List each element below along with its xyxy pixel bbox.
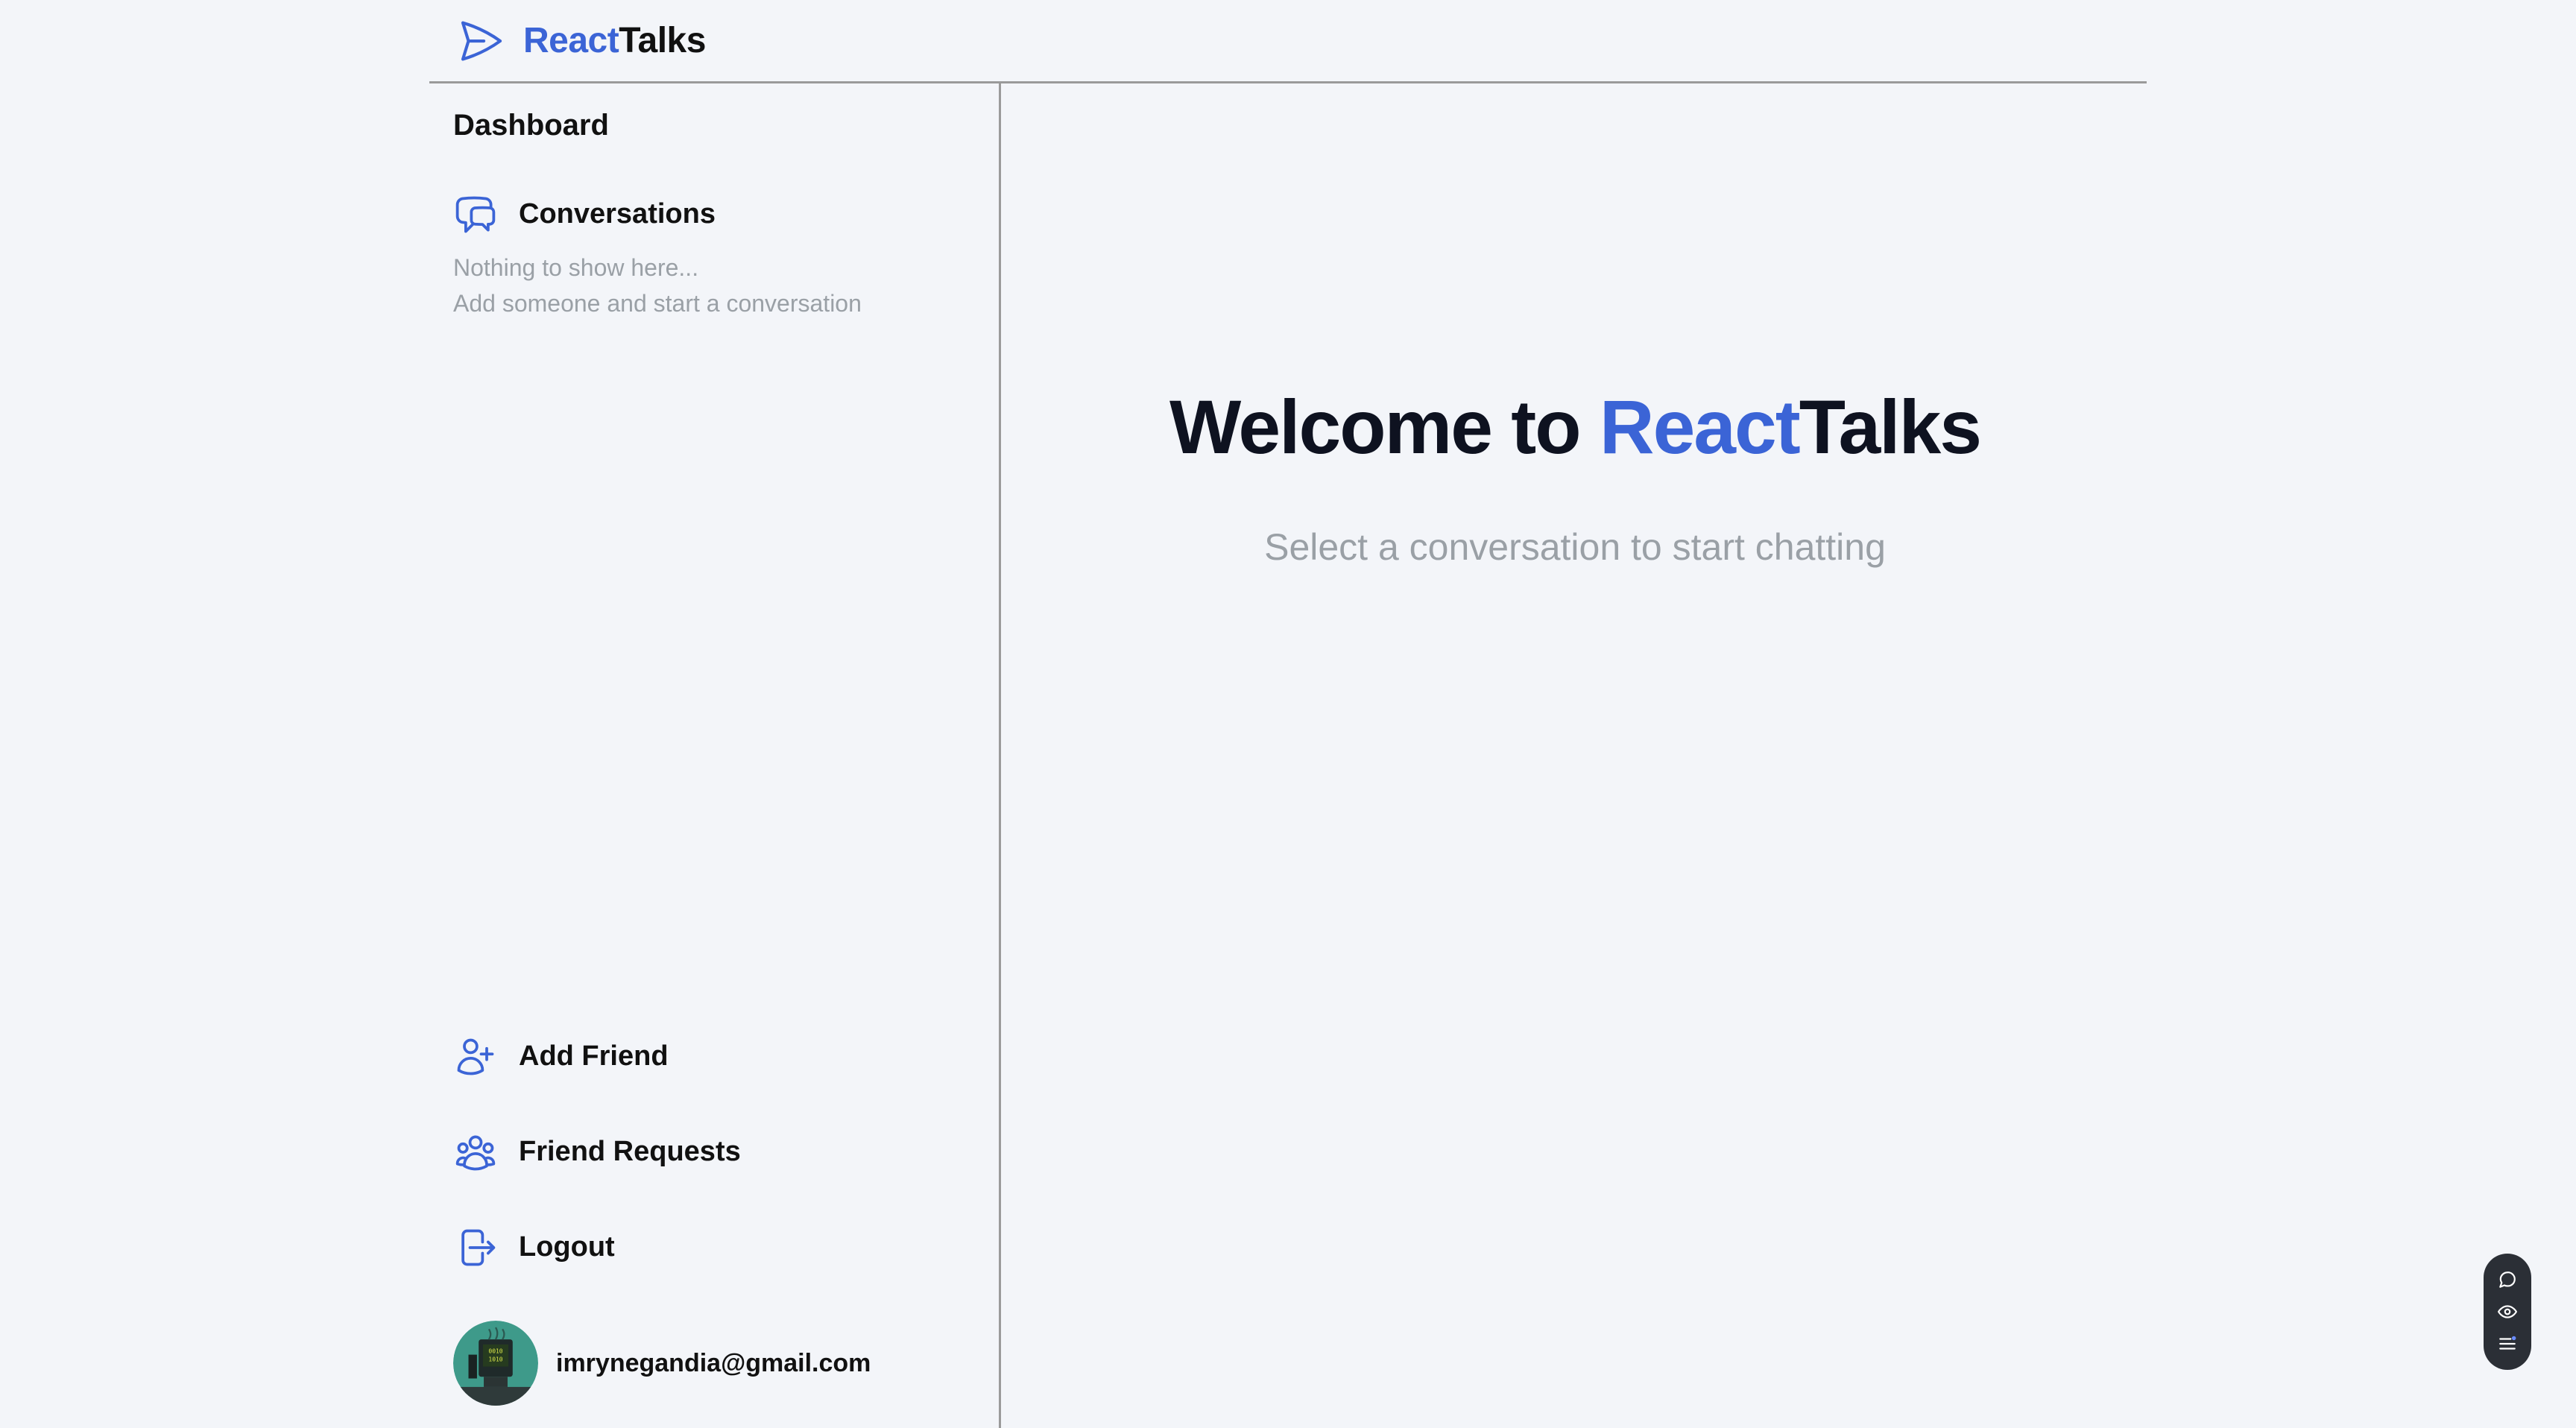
brand-name: ReactTalks	[523, 23, 706, 59]
top-header: ReactTalks	[429, 0, 2147, 83]
welcome-subtitle: Select a conversation to start chatting	[1264, 526, 1886, 568]
empty-state-line-1: Nothing to show here...	[453, 254, 699, 281]
widget-chat-button[interactable]	[2496, 1269, 2519, 1291]
logout-icon	[461, 1229, 496, 1266]
widget-list-button[interactable]	[2496, 1333, 2519, 1355]
sidebar-title: Dashboard	[453, 109, 609, 142]
brand-name-accent: React	[523, 21, 619, 60]
user-profile: 0010 1010 imrynegandia@gmail.com	[453, 1321, 871, 1406]
eye-icon	[2498, 1305, 2517, 1318]
sidebar-item-logout[interactable]: Logout	[453, 1224, 615, 1271]
svg-text:0010: 0010	[488, 1348, 502, 1354]
floating-toolbar	[2484, 1254, 2531, 1370]
paper-plane-icon	[461, 21, 502, 61]
brand-name-rest: Talks	[619, 21, 706, 60]
sidebar-item-label: Friend Requests	[519, 1136, 741, 1168]
sidebar-item-friend-requests[interactable]: Friend Requests	[453, 1128, 741, 1176]
sidebar-item-label: Logout	[519, 1231, 615, 1263]
avatar: 0010 1010	[453, 1321, 538, 1406]
sidebar: Dashboard Conversations Nothing to show …	[429, 83, 1001, 1428]
brand-logo[interactable]: ReactTalks	[456, 16, 706, 66]
sidebar-item-label: Conversations	[519, 198, 716, 230]
main-panel: Welcome to ReactTalks Select a conversat…	[1003, 83, 2147, 1428]
welcome-heading: Welcome to ReactTalks	[1003, 382, 2147, 473]
list-icon	[2499, 1336, 2516, 1350]
user-plus-icon	[457, 1038, 494, 1075]
chat-icon	[2499, 1271, 2516, 1289]
widget-view-button[interactable]	[2496, 1301, 2519, 1323]
welcome-accent: React	[1599, 385, 1801, 470]
svg-text:1010: 1010	[488, 1356, 502, 1363]
users-icon	[455, 1135, 496, 1171]
sidebar-item-add-friend[interactable]: Add Friend	[453, 1033, 669, 1081]
welcome-rest: Talks	[1799, 385, 1982, 470]
welcome-prefix: Welcome to	[1169, 385, 1600, 470]
empty-state-line-2: Add someone and start a conversation	[453, 290, 862, 317]
chat-bubbles-icon	[455, 196, 496, 233]
user-email: imrynegandia@gmail.com	[556, 1348, 871, 1377]
sidebar-item-label: Add Friend	[519, 1040, 669, 1072]
sidebar-item-conversations[interactable]: Conversations	[453, 191, 716, 238]
